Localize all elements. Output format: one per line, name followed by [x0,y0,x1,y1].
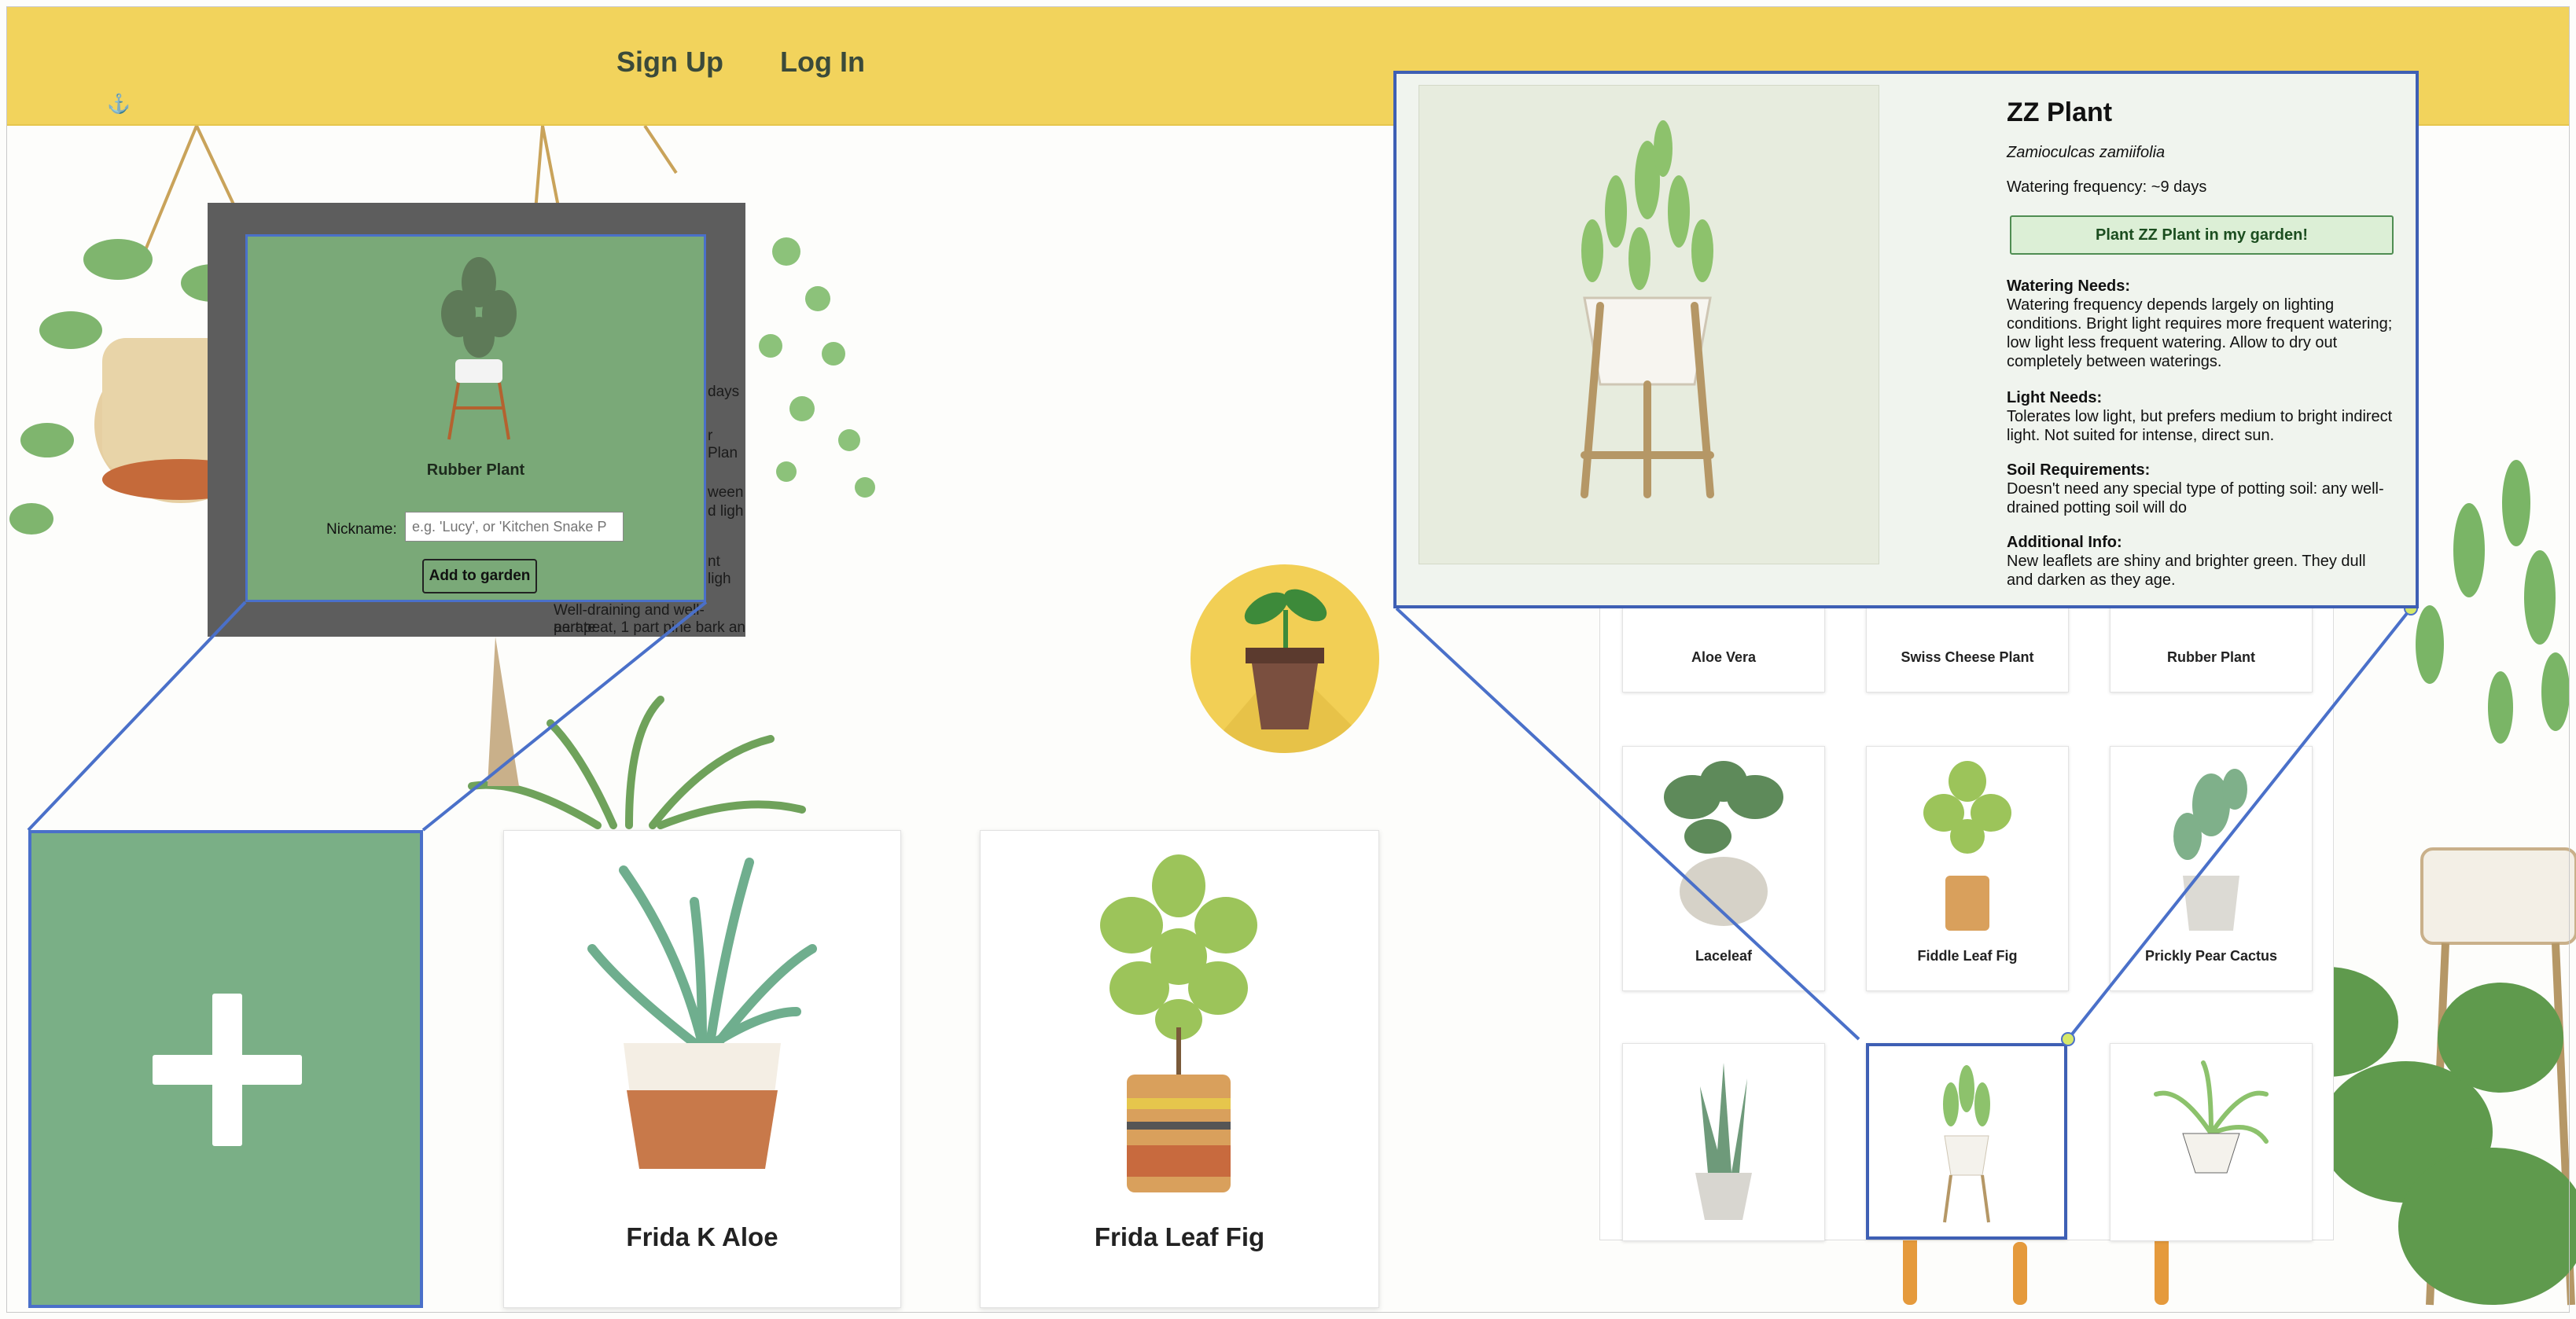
add-plant-card[interactable] [28,830,423,1308]
ghost-text: ween [708,484,744,501]
prickly-pear-cactus-image [2173,769,2247,931]
watering-frequency: Watering frequency: ~9 days [2007,178,2207,196]
plant-scientific-name: Zamioculcas zamiifolia [2007,144,2166,161]
garden-card-name: Frida Leaf Fig [1094,1222,1265,1251]
plant-card-rubber-plant[interactable]: Rubber Plant [2110,598,2313,693]
plant-pot-icon [1204,589,1379,753]
plus-icon [212,994,242,1146]
fiddle-leaf-fig-image [1923,761,2011,931]
spider-plant-image [2154,1060,2269,1174]
ghost-text: days [708,384,740,400]
plant-card-name: Laceleaf [1695,948,1753,964]
plant-detail-title: ZZ Plant [2007,97,2113,127]
ghost-text: d ligh [708,503,744,520]
garden-card-name: Frida K Aloe [626,1222,778,1251]
signup-link[interactable]: Sign Up [616,46,723,79]
plant-card-name: Prickly Pear Cactus [2144,948,2278,964]
modal-plant-name: Rubber Plant [426,461,525,479]
garden-card[interactable]: Frida Leaf Fig [980,830,1379,1308]
additional-info-section: Additional Info: New leaflets are shiny … [2007,533,2395,590]
plant-pot-logo[interactable] [1190,564,1379,753]
plant-card-zz-plant[interactable] [1866,1043,2067,1240]
plant-card-name: Fiddle Leaf Fig [1917,948,2018,964]
section-text: Watering frequency depends largely on li… [2007,296,2393,370]
section-heading: Watering Needs: [2007,277,2131,295]
ghost-text: nt ligh [708,553,731,587]
section-text: Tolerates low light, but prefers medium … [2007,408,2393,444]
zz-plant-image [1943,1065,1990,1223]
aloe-plant-image [587,858,817,1169]
plant-card-snake-plant[interactable] [1622,1043,1825,1241]
plant-card-aloe-vera[interactable]: Aloe Vera [1622,598,1825,693]
plant-in-garden-button[interactable]: Plant ZZ Plant in my garden! [2010,215,2394,255]
zz-plant-large-image-frame [1419,85,1879,564]
nickname-label: Nickname: [326,521,397,538]
plant-card-name: Rubber Plant [2166,649,2255,665]
plant-card-laceleaf[interactable]: Laceleaf [1622,746,1825,991]
laceleaf-image [1664,761,1783,926]
ghost-text: r Plan [708,428,738,461]
section-text: Doesn't need any special type of potting… [2007,480,2384,516]
ghost-text: part peat, 1 part pine bark an [554,619,745,636]
section-text: New leaflets are shiny and brighter gree… [2007,553,2366,589]
login-link[interactable]: Log In [780,46,865,79]
rubber-plant-image [441,257,517,440]
zz-plant-large-image [1581,120,1714,498]
plant-card-prickly-pear-cactus[interactable]: Prickly Pear Cactus [2110,746,2313,991]
add-to-garden-button[interactable]: Add to garden [422,559,537,593]
plant-catalog-grid: Aloe Vera Swiss Cheese Plant Rubber Plan… [1599,597,2334,1241]
section-heading: Soil Requirements: [2007,461,2151,479]
plant-detail-panel: ZZ Plant Zamioculcas zamiifolia Watering… [1393,71,2419,608]
light-needs-section: Light Needs: Tolerates low light, but pr… [2007,388,2395,445]
anchor-icon: ⚓ [107,94,131,115]
add-plant-modal: Rubber Plant Nickname: Add to garden [245,234,706,602]
nickname-input[interactable] [405,512,624,542]
plant-card-name: Aloe Vera [1691,649,1757,665]
section-heading: Additional Info: [2007,534,2122,551]
soil-requirements-section: Soil Requirements: Doesn't need any spec… [2007,461,2395,517]
snake-plant-image [1695,1063,1752,1220]
plant-card-fiddle-leaf-fig[interactable]: Fiddle Leaf Fig [1866,746,2069,991]
plant-card-swiss-cheese[interactable]: Swiss Cheese Plant [1866,598,2069,693]
plant-card-spider-plant[interactable] [2110,1043,2313,1241]
section-heading: Light Needs: [2007,389,2103,406]
fiddle-leaf-fig-image [1100,854,1257,1192]
garden-card[interactable]: Frida K Aloe [503,830,901,1308]
plant-card-name: Swiss Cheese Plant [1901,649,2034,665]
watering-needs-section: Watering Needs: Watering frequency depen… [2007,277,2395,371]
